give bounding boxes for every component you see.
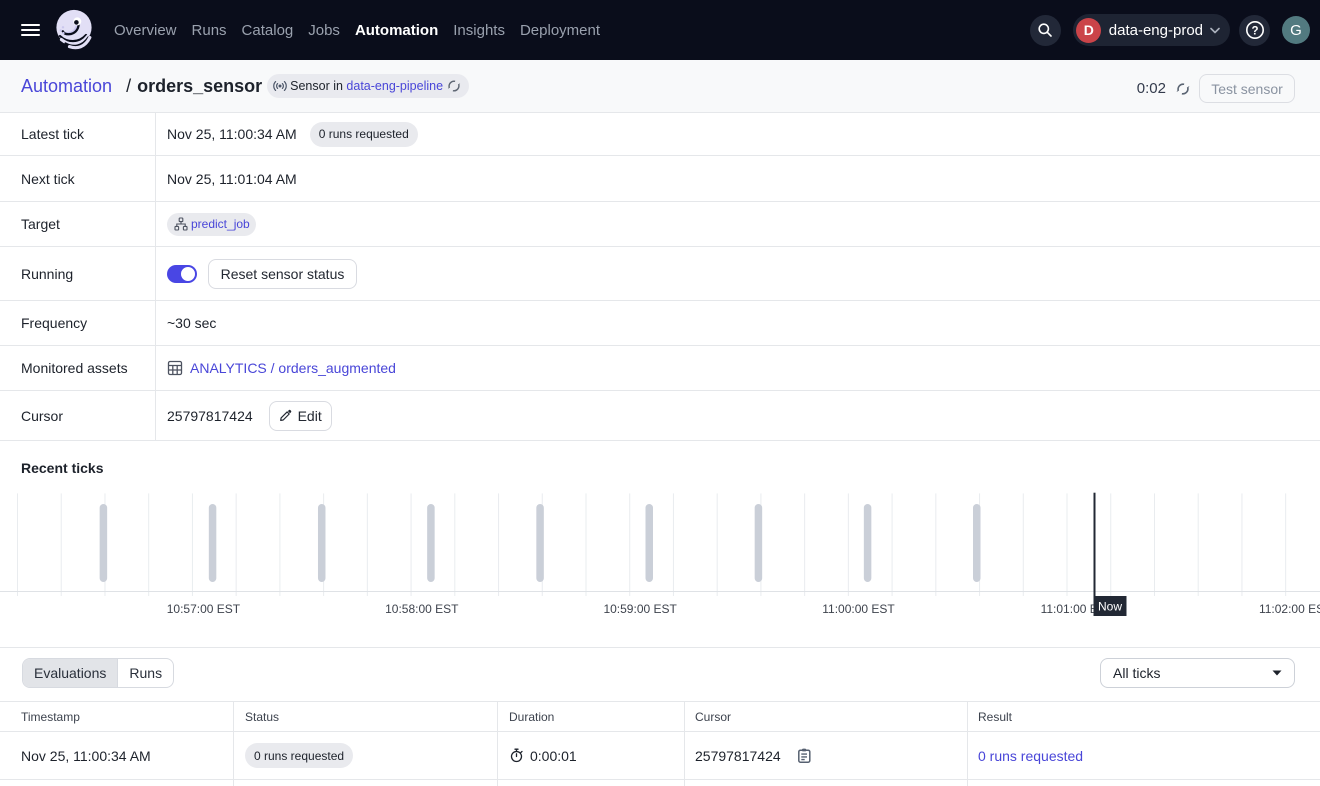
svg-text:11:00:00 EST: 11:00:00 EST [822, 602, 895, 616]
svg-text:10:58:00 EST: 10:58:00 EST [385, 602, 459, 616]
svg-text:10:59:00 EST: 10:59:00 EST [603, 602, 677, 616]
svg-text:10:57:00 EST: 10:57:00 EST [167, 602, 241, 616]
svg-text:Now: Now [1098, 600, 1122, 614]
svg-text:?: ? [1251, 26, 1258, 38]
svg-text:11:02:00 EST: 11:02:00 EST [1259, 602, 1320, 616]
